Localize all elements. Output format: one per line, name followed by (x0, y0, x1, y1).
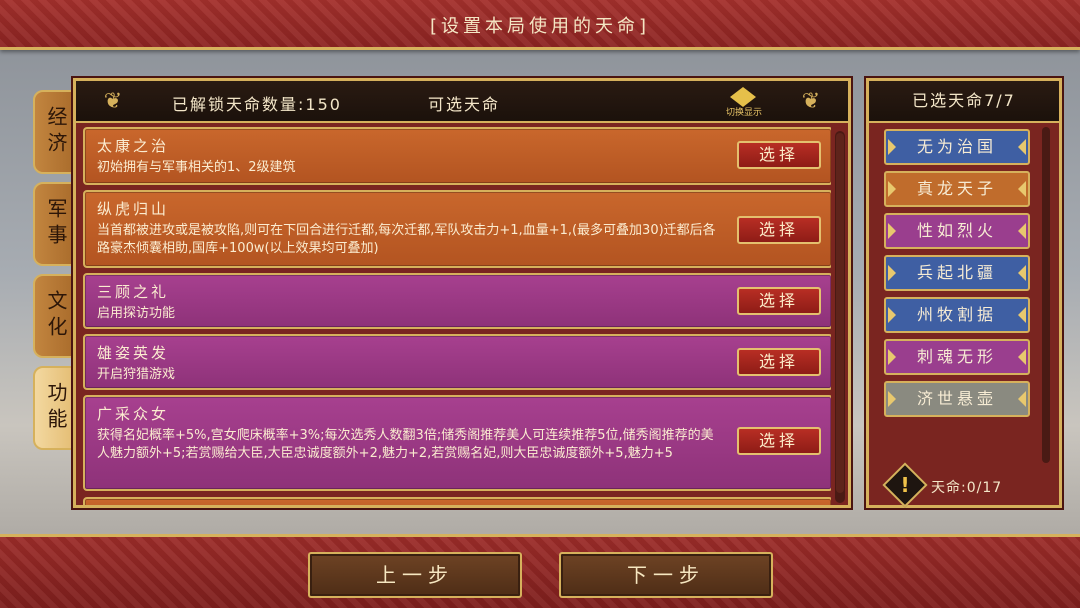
selected-item[interactable]: 无为治国 (884, 129, 1030, 165)
arrow-left-icon (888, 223, 896, 239)
selected-item[interactable]: 兵起北疆 (884, 255, 1030, 291)
card-description: 初始拥有与军事相关的1、2级建筑 (97, 160, 296, 175)
available-tianming-panel: ❦ 已解锁天命数量:150 可选天命 切换显示 ❦ 太康之治 初始拥有与军事相关… (73, 78, 851, 508)
selected-item-label: 州牧割据 (916, 305, 997, 324)
selected-item[interactable]: 济世悬壶 (884, 381, 1030, 417)
arrow-right-icon (1018, 265, 1026, 281)
next-step-button[interactable]: 下一步 (559, 552, 773, 598)
bottom-bar (0, 534, 1080, 608)
list-item: 纵虎归山 当首都被进攻或是被攻陷,则可在下回合进行迁都,每次迁都,军队攻击力+1… (83, 190, 831, 268)
list-item: 太康之治 初始拥有与军事相关的1、2级建筑 选择 (83, 127, 831, 185)
top-banner: [设置本局使用的天命] (0, 0, 1080, 50)
tianming-list[interactable]: 太康之治 初始拥有与军事相关的1、2级建筑 选择 纵虎归山 当首都被进攻或是被攻… (81, 127, 831, 505)
selected-title: 已选天命7/7 (869, 81, 1059, 123)
selected-item[interactable]: 真龙天子 (884, 171, 1030, 207)
list-item: 雄姿英发 开启狩猎游戏 选择 (83, 334, 831, 390)
dragon-ornament-icon: ❦ (103, 89, 123, 114)
select-button[interactable]: 选择 (737, 216, 821, 244)
selected-tianming-panel: 已选天命7/7 无为治国 真龙天子 性如烈火 兵起北疆 州牧割据 刺魂无形 济世… (866, 78, 1062, 508)
list-item: 广采众女 获得名妃概率+5%,宫女爬床概率+3%;每次选秀人数翻3倍;储秀阁推荐… (83, 395, 831, 491)
selected-item-label: 济世悬壶 (916, 389, 997, 408)
card-description: 当首都被进攻或是被攻陷,则可在下回合进行迁都,每次迁都,军队攻击力+1,血量+1… (97, 223, 716, 256)
select-button[interactable]: 选择 (737, 427, 821, 455)
selected-item[interactable]: 性如烈火 (884, 213, 1030, 249)
card-title: 太康之治 (97, 137, 170, 155)
arrow-right-icon (1018, 391, 1026, 407)
arrow-left-icon (888, 349, 896, 365)
arrow-left-icon (888, 265, 896, 281)
select-button[interactable]: 选择 (737, 287, 821, 315)
prev-step-button[interactable]: 上一步 (308, 552, 522, 598)
unlocked-count: 已解锁天命数量:150 (172, 95, 342, 114)
toggle-display-button[interactable]: 切换显示 (716, 85, 772, 119)
select-button[interactable]: 选择 (737, 348, 821, 376)
screen-title: [设置本局使用的天命] (429, 16, 651, 37)
panel-header: ❦ 已解锁天命数量:150 可选天命 切换显示 ❦ (76, 81, 848, 123)
select-button[interactable]: 选择 (737, 141, 821, 169)
arrow-right-icon (1018, 223, 1026, 239)
selected-item-label: 刺魂无形 (916, 347, 997, 366)
selected-item-label: 兵起北疆 (916, 263, 997, 282)
selected-scrollbar[interactable] (1042, 127, 1050, 463)
card-title: 三顾之礼 (97, 283, 170, 301)
selected-item-label: 性如烈火 (916, 221, 997, 240)
panel-title: 可选天命 (428, 95, 501, 114)
arrow-right-icon (1018, 307, 1026, 323)
arrow-right-icon (1018, 349, 1026, 365)
list-item (83, 497, 831, 505)
arrow-left-icon (888, 307, 896, 323)
dragon-ornament-icon: ❦ (801, 89, 821, 114)
toggle-display-label: 切换显示 (725, 108, 762, 118)
arrow-right-icon (1018, 181, 1026, 197)
list-item: 三顾之礼 启用探访功能 选择 (83, 273, 831, 329)
card-title: 纵虎归山 (97, 200, 170, 218)
selected-item[interactable]: 刺魂无形 (884, 339, 1030, 375)
card-description: 启用探访功能 (97, 306, 176, 321)
arrow-left-icon (888, 391, 896, 407)
arrow-left-icon (888, 139, 896, 155)
card-description: 开启狩猎游戏 (97, 367, 176, 382)
warning-icon: ! (900, 473, 910, 497)
list-scrollbar-thumb[interactable] (836, 133, 844, 493)
card-title: 雄姿英发 (97, 344, 170, 362)
selected-item[interactable]: 州牧割据 (884, 297, 1030, 333)
tianming-count: 天命:0/17 (931, 480, 1003, 496)
selected-item-label: 无为治国 (916, 137, 997, 156)
arrow-left-icon (888, 181, 896, 197)
selected-item-label: 真龙天子 (916, 179, 997, 198)
arrow-right-icon (1018, 139, 1026, 155)
card-title: 广采众女 (97, 405, 170, 423)
card-description: 获得名妃概率+5%,宫女爬床概率+3%;每次选秀人数翻3倍;储秀阁推荐美人可连续… (97, 428, 714, 461)
diamond-icon (730, 87, 756, 107)
